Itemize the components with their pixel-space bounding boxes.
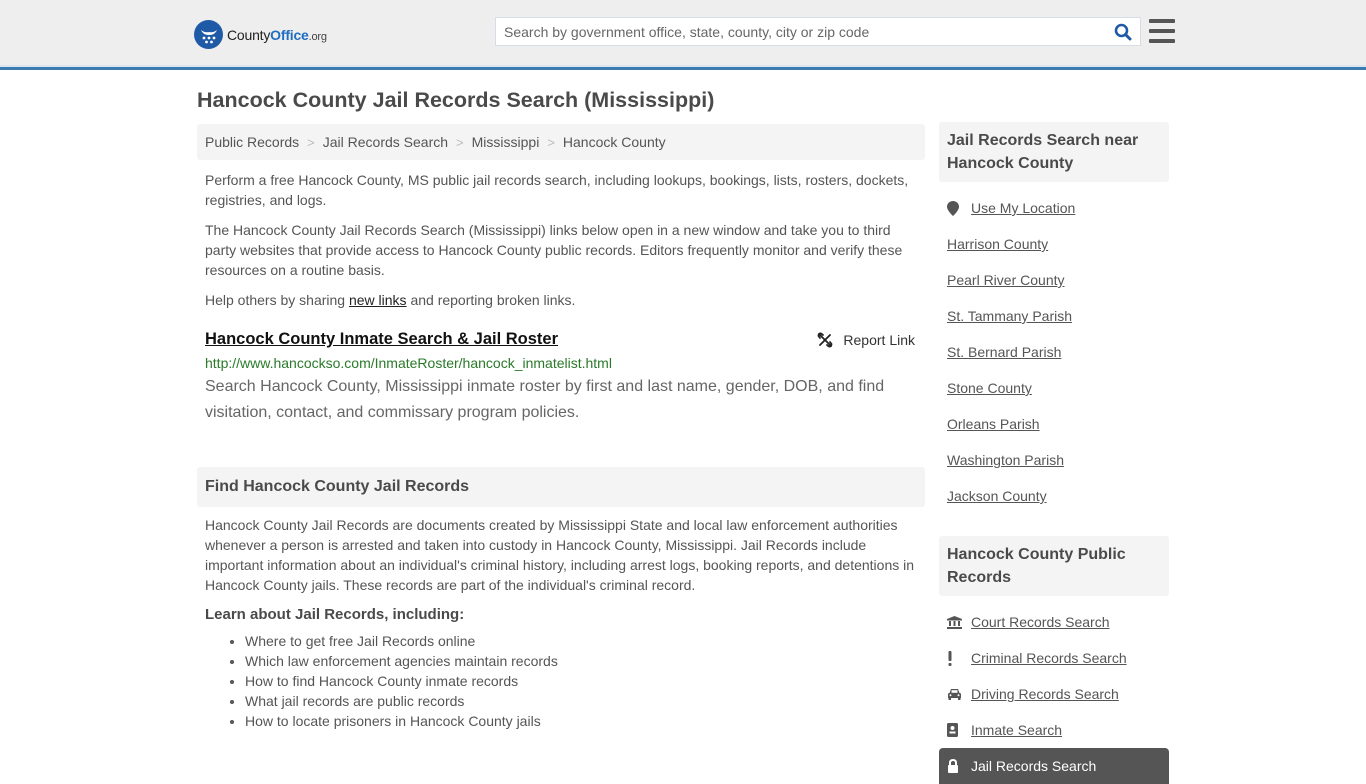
- sidebar-nearby-item[interactable]: Pearl River County: [947, 262, 1161, 298]
- hamburger-menu-icon: [1149, 19, 1175, 23]
- result-description: Search Hancock County, Mississippi inmat…: [205, 378, 885, 421]
- use-my-location-item[interactable]: Use My Location: [947, 190, 1161, 226]
- result-url: http://www.hancockso.com/InmateRoster/ha…: [205, 355, 612, 371]
- top-header-bar: CountyOffice.org: [0, 0, 1366, 70]
- intro-paragraph-1: Perform a free Hancock County, MS public…: [205, 172, 909, 208]
- intro-paragraph-3: Help others by sharing new links and rep…: [205, 292, 576, 308]
- use-my-location-link[interactable]: Use My Location: [971, 200, 1075, 216]
- learn-about-heading: Learn about Jail Records, including:: [205, 606, 465, 623]
- sidebar-public-records-heading: Hancock County Public Records: [939, 536, 1169, 596]
- sidebar-nearby-item[interactable]: Harrison County: [947, 226, 1161, 262]
- list-item: What jail records are public records: [245, 691, 920, 711]
- sidebar-nearby-item[interactable]: St. Bernard Parish: [947, 334, 1161, 370]
- breadcrumb-separator: >: [456, 134, 464, 150]
- sidebar-nearby-item[interactable]: St. Tammany Parish: [947, 298, 1161, 334]
- report-link-button[interactable]: Report Link: [817, 332, 915, 348]
- list-item: How to find Hancock County inmate record…: [245, 671, 920, 691]
- list-item: How to locate prisoners in Hancock Count…: [245, 711, 920, 731]
- list-item: Where to get free Jail Records online: [245, 631, 920, 651]
- result-item: Hancock County Inmate Search & Jail Rost…: [205, 330, 917, 426]
- sidebar-nearby: Jail Records Search near Hancock County …: [939, 122, 1169, 514]
- list-item: Which law enforcement agencies maintain …: [245, 651, 920, 671]
- new-links-link[interactable]: new links: [349, 292, 407, 308]
- page-title: Hancock County Jail Records Search (Miss…: [197, 88, 715, 112]
- sidebar-item-inmate-search[interactable]: Inmate Search: [947, 712, 1161, 748]
- sidebar-nearby-heading: Jail Records Search near Hancock County: [939, 122, 1169, 182]
- sidebar-public-records: Hancock County Public Records Court Reco…: [939, 536, 1169, 784]
- eagle-logo-icon: [194, 20, 223, 49]
- search-icon: [1114, 23, 1132, 40]
- id-badge-icon: [947, 723, 963, 737]
- search-button[interactable]: [1106, 18, 1140, 45]
- breadcrumb-jail-records-search[interactable]: Jail Records Search: [323, 134, 448, 150]
- site-search: [495, 17, 1141, 46]
- learn-about-list: Where to get free Jail Records online Wh…: [205, 631, 920, 731]
- intro-paragraph-2: The Hancock County Jail Records Search (…: [205, 222, 903, 278]
- sidebar-item-jail-records[interactable]: Jail Records Search: [939, 748, 1169, 784]
- hamburger-menu-button[interactable]: [1149, 19, 1175, 43]
- result-title-link[interactable]: Hancock County Inmate Search & Jail Rost…: [205, 330, 558, 349]
- sidebar-item-criminal-records[interactable]: Criminal Records Search: [947, 640, 1161, 676]
- breadcrumb: Public Records > Jail Records Search > M…: [197, 124, 925, 160]
- sidebar-item-driving-records[interactable]: Driving Records Search: [947, 676, 1161, 712]
- sidebar-nearby-item[interactable]: Washington Parish: [947, 442, 1161, 478]
- breadcrumb-hancock-county[interactable]: Hancock County: [563, 134, 666, 150]
- sidebar-nearby-item[interactable]: Stone County: [947, 370, 1161, 406]
- breadcrumb-mississippi[interactable]: Mississippi: [472, 134, 540, 150]
- breadcrumb-separator: >: [547, 134, 555, 150]
- exclamation-icon: [947, 650, 963, 666]
- find-jail-records-body: Hancock County Jail Records are document…: [205, 517, 915, 593]
- lock-icon: [947, 759, 963, 773]
- search-input[interactable]: [496, 18, 1106, 45]
- map-marker-icon: [947, 200, 963, 216]
- courthouse-icon: [947, 615, 963, 629]
- breadcrumb-separator: >: [307, 134, 315, 150]
- find-jail-records-section: Hancock County Jail Records are document…: [205, 515, 920, 731]
- car-icon: [947, 688, 963, 700]
- find-jail-records-heading: Find Hancock County Jail Records: [197, 467, 925, 507]
- site-logo[interactable]: CountyOffice.org: [194, 20, 327, 49]
- sidebar-item-court-records[interactable]: Court Records Search: [947, 604, 1161, 640]
- intro-text: Perform a free Hancock County, MS public…: [205, 170, 920, 320]
- sidebar-nearby-item[interactable]: Jackson County: [947, 478, 1161, 514]
- logo-wordmark: CountyOffice.org: [227, 26, 327, 43]
- sidebar-nearby-item[interactable]: Orleans Parish: [947, 406, 1161, 442]
- breadcrumb-public-records[interactable]: Public Records: [205, 134, 299, 150]
- broken-link-icon: [818, 332, 833, 348]
